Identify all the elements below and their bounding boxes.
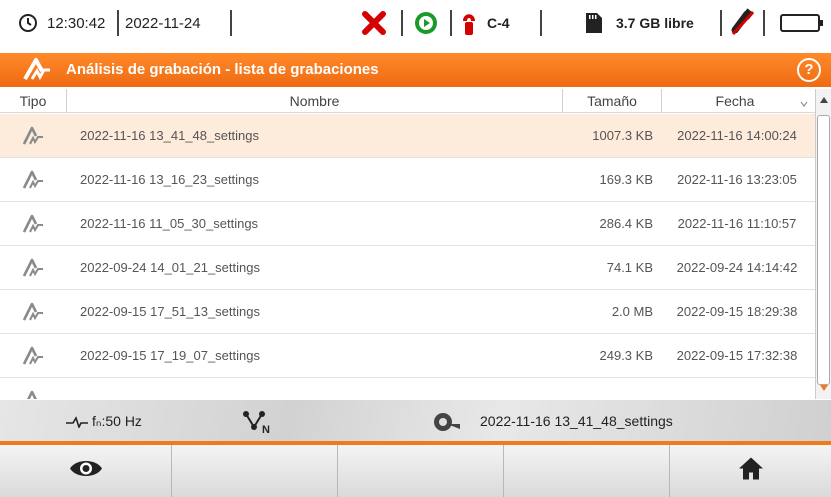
function-button-4[interactable] — [504, 445, 670, 497]
recording-date: 2022-11-16 14:00:24 — [677, 128, 797, 143]
recording-type-icon — [22, 345, 44, 367]
clamp-type-label: C-4 — [487, 15, 510, 31]
recording-name: 2022-11-16 11_05_30_settings — [80, 216, 259, 231]
column-header-type[interactable]: Tipo — [0, 89, 66, 113]
column-header-name[interactable]: Nombre — [67, 89, 562, 113]
recording-name: 2022-11-16 13_41_48_settings — [80, 128, 260, 143]
table-header: Tipo Nombre Tamaño Fecha — [0, 89, 831, 113]
title-bar: Análisis de grabación - lista de grabaci… — [0, 53, 831, 87]
table-row[interactable]: 2022-09-15 17_51_13_settings 2.0 MB 2022-0… — [0, 290, 815, 334]
eye-icon — [68, 458, 104, 485]
recording-type-icon — [22, 301, 44, 323]
recording-name: 2022-09-15 17_19_07_settings — [80, 348, 260, 363]
clock-icon — [18, 0, 38, 46]
table-row[interactable]: 2022-11-16 11_05_30_settings 286.4 KB 2022… — [0, 202, 815, 246]
table-row[interactable]: 2022-11-16 13_16_23_settings 169.3 KB 2022… — [0, 158, 815, 202]
network-type-icon: N — [242, 400, 272, 442]
recordings-list: 2022-11-16 13_41_48_settings 1007.3 KB 202… — [0, 114, 815, 399]
recording-date: 2022-09-24 14:14:42 — [676, 260, 798, 275]
recording-size: 2.0 MB — [611, 304, 653, 319]
recording-name: 2022-09-15 17_51_13_settings — [80, 304, 260, 319]
sd-card-icon — [584, 0, 602, 46]
column-header-date[interactable]: Fecha — [662, 89, 808, 113]
recording-date: 2022-09-15 18:29:38 — [676, 304, 798, 319]
recording-name: 2022-09-24 14_01_21_settings — [80, 260, 260, 275]
home-icon — [738, 457, 764, 486]
info-bar: fₙ:50 Hz N 2022-11-16 13_41_48_settings — [0, 400, 831, 442]
recording-type-icon — [22, 389, 44, 399]
analysis-logo-icon — [22, 57, 52, 83]
function-button-3[interactable] — [338, 445, 504, 497]
status-date: 2022-11-24 — [125, 14, 201, 32]
list-scrollbar[interactable] — [815, 89, 831, 399]
current-settings-file: 2022-11-16 13_41_48_settings — [480, 413, 673, 429]
column-header-size[interactable]: Tamaño — [563, 89, 661, 113]
recording-name: 2022-11-16 13_16_23_settings — [80, 172, 260, 187]
recording-type-icon — [22, 257, 44, 279]
table-row-partial[interactable] — [0, 378, 815, 399]
recording-type-icon — [22, 169, 44, 191]
recording-date: 2022-11-16 13:23:05 — [677, 172, 797, 187]
recording-size: 74.1 KB — [606, 260, 653, 275]
scroll-down-icon[interactable] — [818, 381, 830, 393]
table-row[interactable]: 2022-11-16 13_41_48_settings 1007.3 KB 202… — [0, 114, 815, 158]
recording-date: 2022-09-15 17:32:38 — [676, 348, 798, 363]
svg-text:N: N — [262, 424, 270, 435]
battery-icon — [780, 0, 824, 46]
settings-file-icon — [433, 400, 463, 442]
recording-type-icon — [22, 213, 44, 235]
recording-size: 1007.3 KB — [592, 128, 653, 143]
bottom-button-bar — [0, 445, 831, 497]
page-title: Análisis de grabación - lista de grabaci… — [66, 61, 379, 78]
waveform-icon — [66, 400, 88, 442]
help-button[interactable]: ? — [797, 58, 821, 82]
recording-type-icon — [22, 125, 44, 147]
table-row[interactable]: 2022-09-24 14_01_21_settings 74.1 KB 2022-… — [0, 246, 815, 290]
status-time: 12:30:42 — [47, 14, 106, 32]
table-row[interactable]: 2022-09-15 17_19_07_settings 249.3 KB 2022… — [0, 334, 815, 378]
nominal-frequency-label: fₙ:50 Hz — [92, 413, 142, 429]
sort-descending-icon[interactable] — [800, 95, 808, 113]
recording-size: 169.3 KB — [599, 172, 654, 187]
recording-size: 286.4 KB — [599, 216, 654, 231]
view-button[interactable] — [0, 445, 172, 497]
scroll-up-icon[interactable] — [818, 93, 830, 105]
function-button-2[interactable] — [172, 445, 338, 497]
usb-disconnected-icon — [729, 0, 757, 46]
current-clamp-icon — [460, 0, 478, 46]
home-button[interactable] — [670, 445, 831, 497]
scrollbar-thumb[interactable] — [817, 115, 830, 385]
play-icon[interactable] — [413, 0, 439, 46]
recording-size: 249.3 KB — [599, 348, 654, 363]
recording-date: 2022-11-16 11:10:57 — [677, 216, 797, 231]
storage-free-label: 3.7 GB libre — [616, 15, 694, 31]
stop-recording-icon[interactable] — [361, 0, 387, 46]
status-bar: 12:30:42 2022-11-24 C-4 3.7 GB libre — [0, 0, 831, 46]
